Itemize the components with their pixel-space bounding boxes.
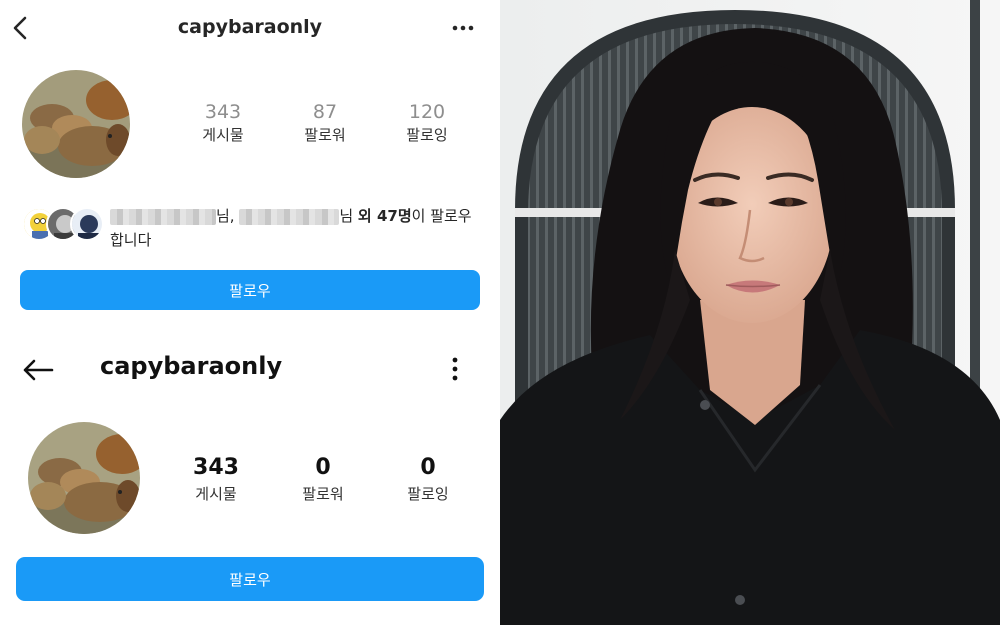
followers-count: 87 bbox=[312, 101, 338, 123]
more-options-button[interactable] bbox=[442, 354, 468, 384]
profile-username: capybaraonly bbox=[177, 16, 323, 38]
follow-button[interactable]: 팔로우 bbox=[20, 270, 480, 310]
follow-button[interactable]: 팔로우 bbox=[16, 557, 484, 601]
mutual-suffix: 님 bbox=[339, 207, 358, 225]
instagram-screenshots: capybaraonly 343 게시물 87 팔로워 120 팔로잉 님, 님… bbox=[0, 0, 500, 625]
following-count: 0 bbox=[420, 455, 436, 480]
mutual-avatar bbox=[70, 207, 104, 241]
posts-stat[interactable]: 343 게시물 bbox=[176, 454, 256, 506]
mutual-followers-avatars[interactable] bbox=[22, 207, 104, 243]
vertical-dots-icon bbox=[452, 357, 458, 381]
posts-count: 343 bbox=[204, 101, 242, 123]
posts-count: 343 bbox=[193, 455, 239, 480]
more-options-button[interactable] bbox=[448, 16, 478, 40]
mutual-count: 외 47명 bbox=[357, 207, 412, 225]
followers-label: 팔로워 bbox=[304, 126, 346, 144]
following-stat[interactable]: 0 팔로잉 bbox=[388, 454, 468, 506]
following-count: 120 bbox=[408, 101, 446, 123]
following-label: 팔로잉 bbox=[406, 126, 448, 144]
posts-stat[interactable]: 343 게시물 bbox=[188, 100, 258, 146]
blurred-username bbox=[110, 208, 216, 225]
profile-avatar[interactable] bbox=[22, 70, 130, 178]
profile-avatar[interactable] bbox=[28, 422, 140, 534]
profile-screenshot-after: capybaraonly 343 게시물 0 팔로워 0 팔로잉 팔로우 bbox=[0, 330, 500, 625]
posts-label: 게시물 bbox=[195, 485, 237, 503]
following-stat[interactable]: 120 팔로잉 bbox=[392, 100, 462, 146]
followers-count: 0 bbox=[315, 455, 331, 480]
portrait-photo bbox=[500, 0, 1000, 625]
blurred-username bbox=[239, 208, 340, 225]
arrow-left-icon bbox=[23, 359, 54, 381]
posts-label: 게시물 bbox=[202, 126, 244, 144]
horizontal-dots-icon bbox=[452, 25, 474, 31]
followers-stat[interactable]: 0 팔로워 bbox=[283, 454, 363, 506]
profile-screenshot-before: capybaraonly 343 게시물 87 팔로워 120 팔로잉 님, 님… bbox=[0, 0, 500, 330]
back-button[interactable] bbox=[20, 356, 56, 384]
profile-username: capybaraonly bbox=[100, 352, 283, 380]
followers-label: 팔로워 bbox=[302, 485, 344, 503]
mutual-separator: 님, bbox=[216, 207, 240, 225]
following-label: 팔로잉 bbox=[407, 485, 449, 503]
mutual-followers-text[interactable]: 님, 님 외 47명이 팔로우합니다 bbox=[110, 204, 482, 252]
followers-stat[interactable]: 87 팔로워 bbox=[290, 100, 360, 146]
